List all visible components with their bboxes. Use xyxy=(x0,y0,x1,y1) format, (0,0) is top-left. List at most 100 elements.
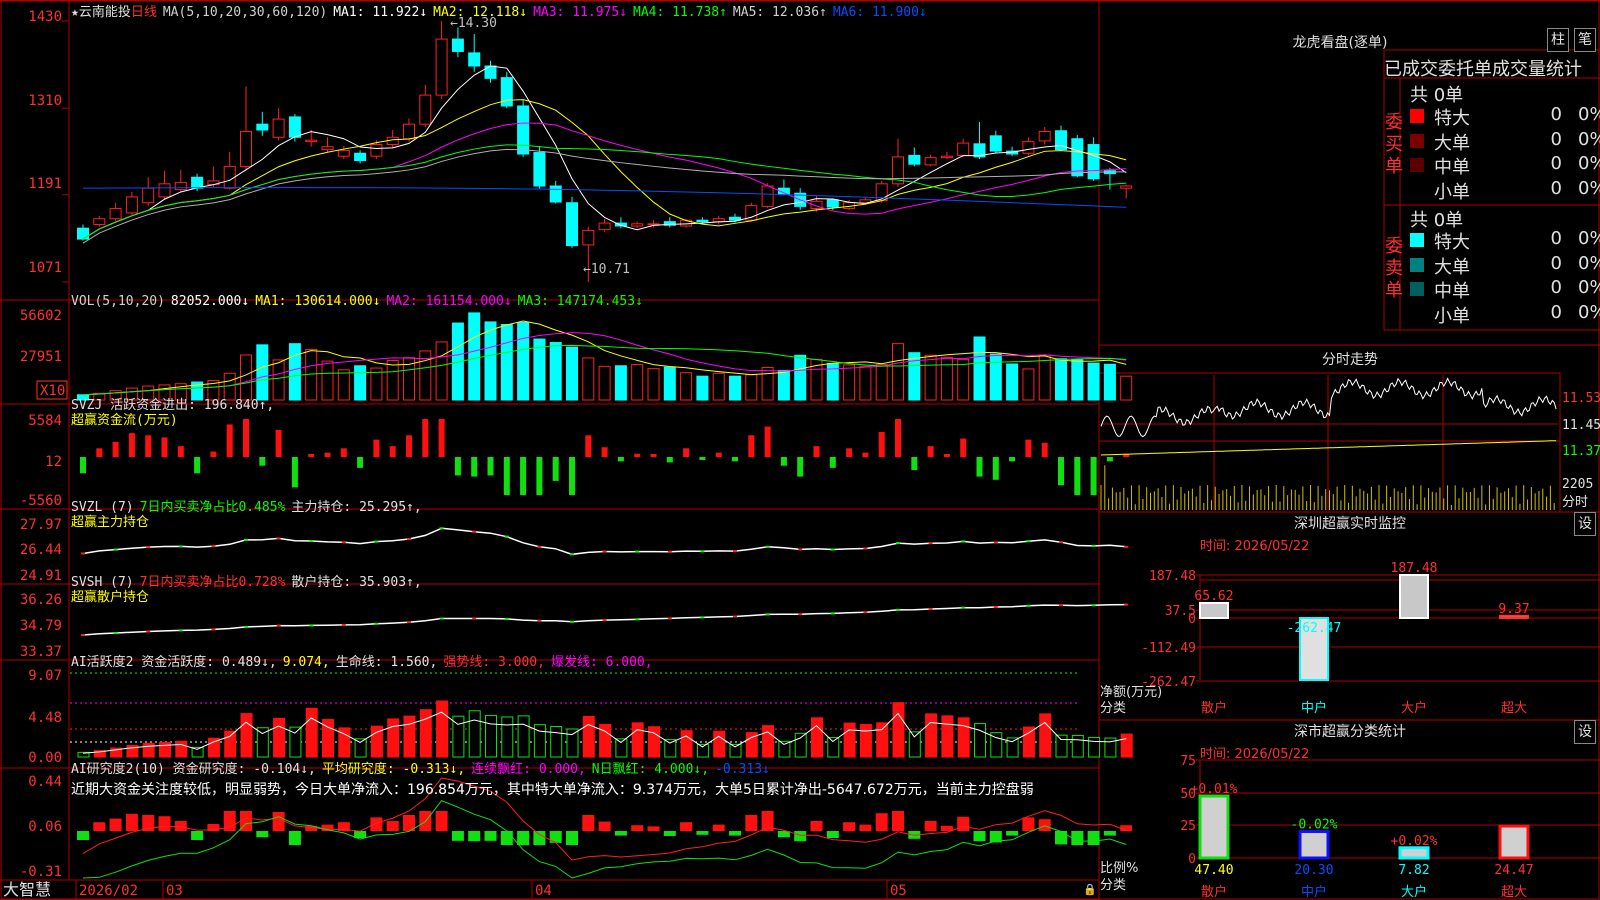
flow-bar xyxy=(340,448,347,457)
flow-bar xyxy=(748,435,755,457)
holding-tick xyxy=(276,537,281,540)
flow-bar xyxy=(617,457,624,462)
period-label[interactable]: 日线 xyxy=(131,5,157,20)
sz-monitor-settings-button[interactable]: 设 xyxy=(1574,512,1596,536)
activity-bar xyxy=(566,728,579,758)
holding-tick xyxy=(765,613,770,616)
holding-tick xyxy=(472,617,477,620)
flow-bar xyxy=(878,432,885,457)
flow-bar xyxy=(145,435,152,457)
candle-body xyxy=(826,199,839,208)
side-label-char: 卖 xyxy=(1385,258,1403,279)
svzj-panel[interactable] xyxy=(80,419,1130,495)
date-label: 04 xyxy=(535,883,552,899)
holding-tick xyxy=(374,622,379,625)
research-bar xyxy=(810,821,823,831)
cls-value-label: 7.82 xyxy=(1398,863,1429,878)
activity-bar xyxy=(224,730,237,758)
candlestick-panel[interactable] xyxy=(62,20,1133,283)
flow-bar xyxy=(275,429,282,457)
volume-bar xyxy=(598,365,611,401)
candle-body xyxy=(729,216,741,221)
order-name: 小单 xyxy=(1434,181,1470,203)
volume-unit: X10 xyxy=(40,383,65,399)
cls-bar xyxy=(1498,824,1530,860)
candle-body xyxy=(1120,185,1133,189)
holding-tick xyxy=(1091,544,1096,547)
research-bar xyxy=(794,831,807,842)
research-bar xyxy=(745,815,758,831)
holding-tick xyxy=(733,550,737,553)
flow-bar xyxy=(161,437,168,457)
volume-bar xyxy=(696,375,709,401)
cls-value-label: 24.47 xyxy=(1494,863,1533,878)
sz-class-settings-button[interactable]: 设 xyxy=(1574,720,1596,744)
svsh-panel[interactable] xyxy=(81,603,1129,636)
candle-body xyxy=(403,123,415,140)
flow-bar xyxy=(862,452,869,457)
volume-bar xyxy=(892,343,904,401)
flow-bar xyxy=(585,435,592,457)
research-bar xyxy=(663,831,676,836)
ai-active-panel[interactable] xyxy=(70,672,1133,758)
svzj-tick: -5560 xyxy=(20,493,62,509)
flow-bar xyxy=(699,457,706,460)
volume-bar xyxy=(337,369,350,401)
lock-icon[interactable]: 🔒 xyxy=(1083,883,1097,896)
order-name: 大单 xyxy=(1434,132,1470,154)
order-count: 0 xyxy=(1550,228,1562,249)
dragon-title: 龙虎看盘(逐单) xyxy=(1292,35,1388,51)
volume-bar xyxy=(957,358,970,401)
star-icon[interactable]: ★ xyxy=(71,5,79,20)
order-pct: 0% xyxy=(1578,252,1600,274)
sz-category-label: 分类 xyxy=(1100,701,1127,716)
candle-body xyxy=(582,229,595,246)
legend-item: 超赢主力持仓 xyxy=(71,515,150,530)
ma2-line xyxy=(82,99,1127,240)
legend-item: SVZJ 活跃资金进出: 196.840↑, xyxy=(71,398,275,413)
candle-body xyxy=(337,149,350,157)
holding-tick xyxy=(309,540,314,542)
column-view-button[interactable]: 柱 xyxy=(1547,28,1569,52)
holding-line xyxy=(82,527,1127,556)
volume-panel[interactable] xyxy=(77,312,1133,401)
holding-tick xyxy=(896,542,900,545)
flow-bar xyxy=(112,441,119,457)
volume-bar xyxy=(940,356,953,401)
holding-tick xyxy=(244,538,248,541)
cls-delta-label: +0.02% xyxy=(1391,834,1438,849)
holding-tick xyxy=(211,628,216,631)
candle-body xyxy=(1022,141,1035,154)
swatch xyxy=(1410,182,1424,197)
flow-bar xyxy=(503,457,510,495)
holding-tick xyxy=(602,550,607,553)
order-row: 小单 0 0% xyxy=(1410,302,1600,327)
research-bar xyxy=(191,831,204,840)
legend-item: MA(5,10,20,30,60,120) xyxy=(162,5,328,20)
activity-bar xyxy=(175,740,188,758)
activity-bar xyxy=(876,722,889,758)
tick-view-button[interactable]: 笔 xyxy=(1574,28,1596,52)
date-ticks xyxy=(75,880,888,900)
flow-bar xyxy=(406,435,412,457)
svzl-panel[interactable] xyxy=(81,527,1129,556)
holding-tick xyxy=(733,615,737,618)
swatch xyxy=(1410,133,1424,148)
svsh-tick: 33.37 xyxy=(20,644,62,660)
holding-tick xyxy=(537,619,542,622)
intraday-chart[interactable]: 11.53 11.45 11.37 2205 分时 xyxy=(1100,375,1600,510)
flow-bar xyxy=(650,454,657,457)
candle-body xyxy=(142,187,155,204)
candle-body xyxy=(451,38,464,52)
holding-tick xyxy=(798,613,803,616)
volume-bar xyxy=(1120,375,1133,401)
activity-bar xyxy=(908,731,921,758)
research-bar xyxy=(598,821,611,831)
candle-body xyxy=(533,152,546,187)
ai-research-tick: 0.06 xyxy=(28,819,62,835)
flow-bar xyxy=(1041,442,1048,457)
candle-body xyxy=(191,176,204,189)
side-label-char: 买 xyxy=(1385,134,1403,155)
volume-bar xyxy=(566,346,578,401)
candle-body xyxy=(631,223,644,227)
